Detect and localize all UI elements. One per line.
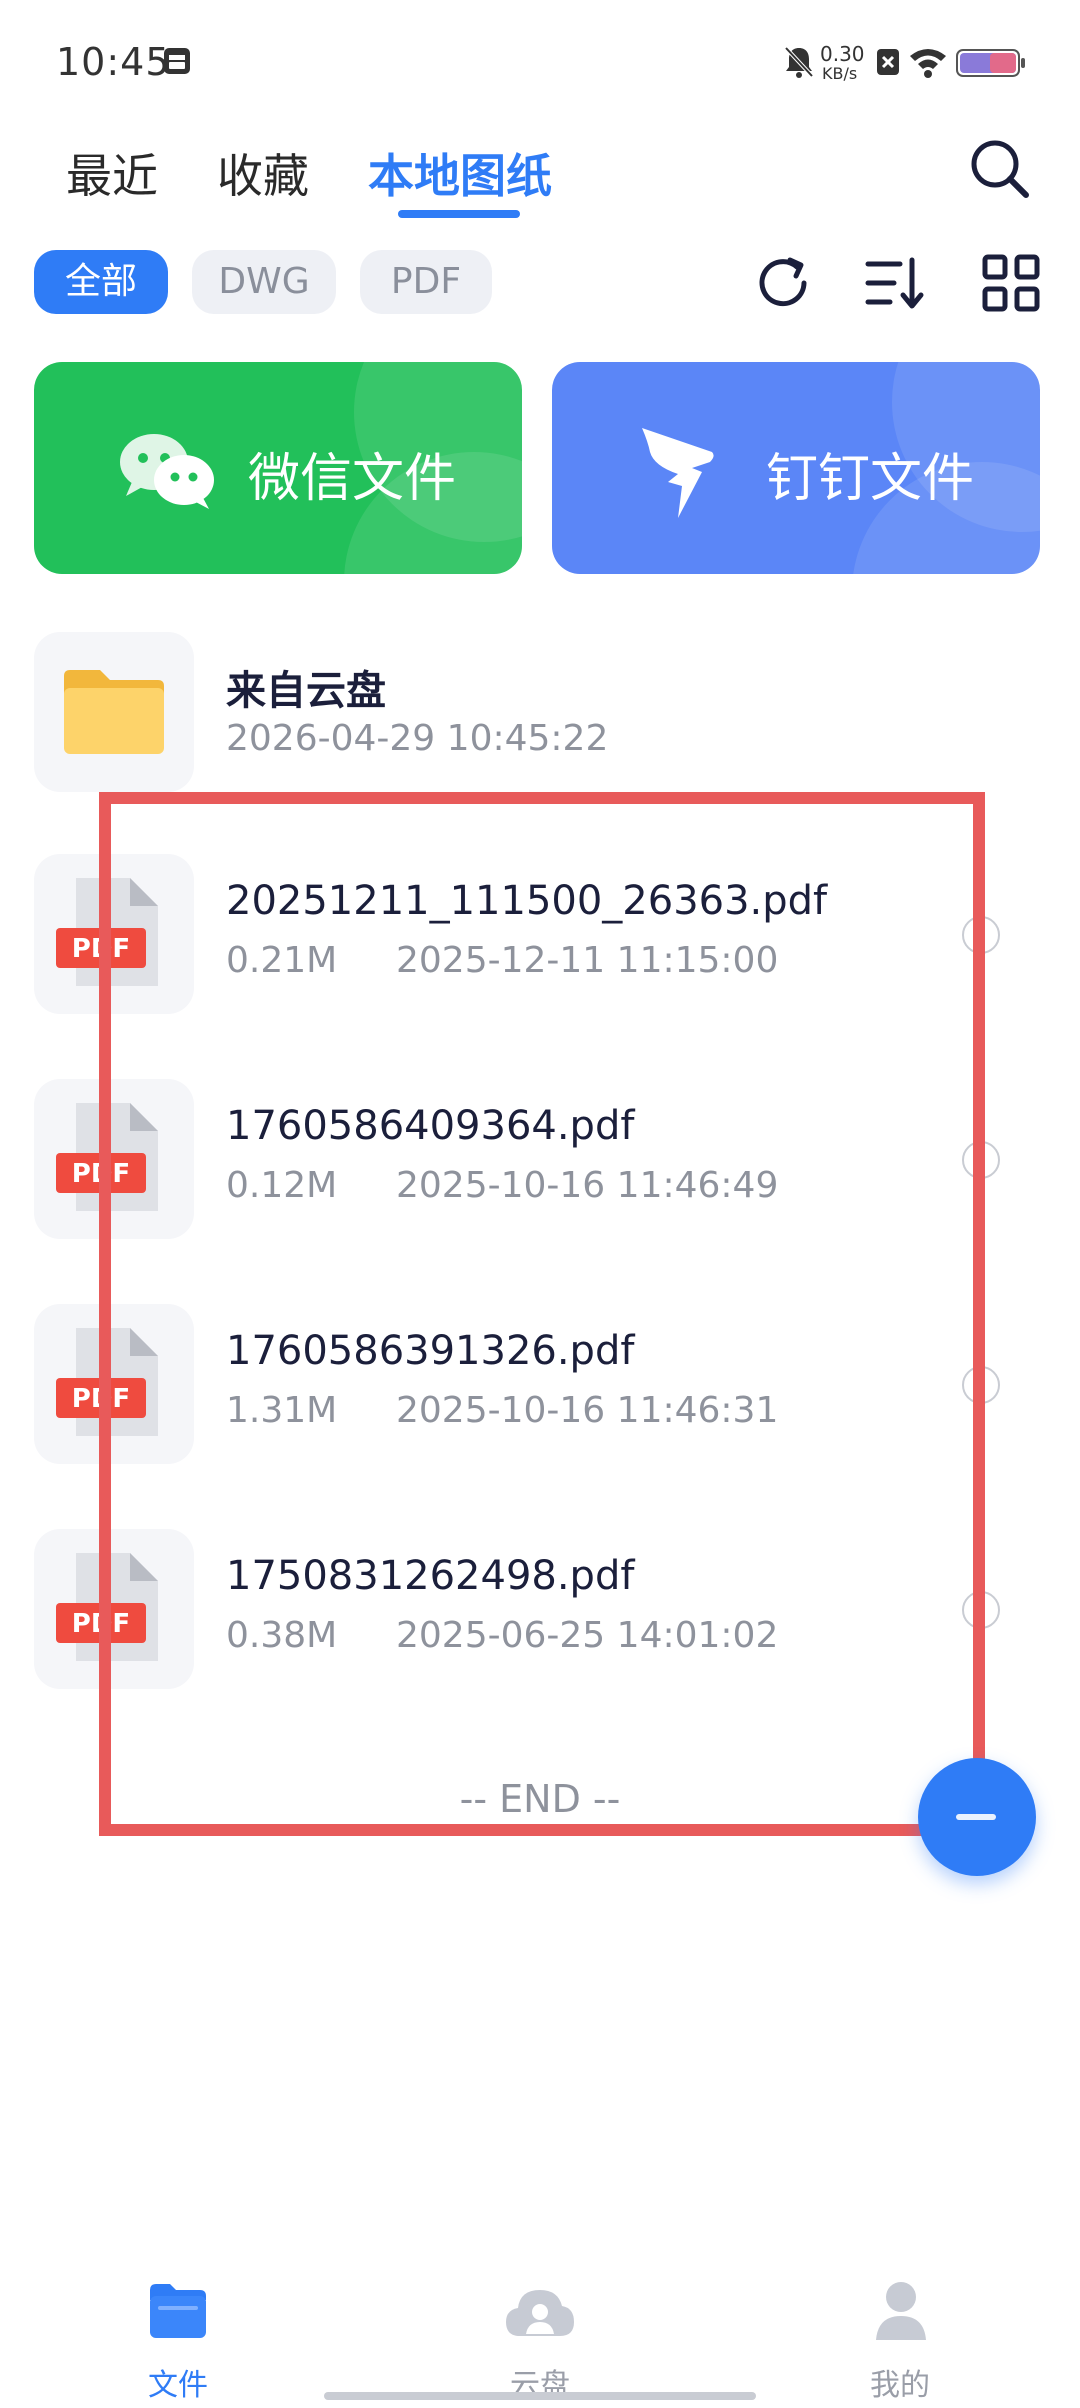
dingtalk-icon — [642, 428, 714, 518]
battery-icon — [956, 49, 1025, 77]
folder-date: 2026-04-29 10:45:22 — [226, 718, 609, 759]
filter-all-chip[interactable]: 全部 — [34, 250, 168, 314]
profile-nav-icon — [876, 2282, 926, 2340]
grid-view-icon[interactable] — [976, 248, 1046, 318]
folder-name: 来自云盘 — [226, 668, 386, 714]
dingtalk-files-label: 钉钉文件 — [766, 449, 975, 509]
highlight-box — [99, 792, 985, 1836]
wechat-icon — [120, 434, 214, 509]
wechat-files-label: 微信文件 — [248, 449, 457, 509]
tab-favorites[interactable]: 收藏 — [217, 140, 309, 206]
mute-bell-icon — [784, 46, 814, 78]
dingtalk-files-card[interactable]: 钉钉文件 — [552, 362, 1040, 574]
search-icon[interactable] — [968, 137, 1030, 199]
folder-thumbnail — [34, 632, 194, 792]
filter-dwg-chip[interactable]: DWG — [192, 250, 336, 314]
net-speed-value: 0.30 — [820, 42, 865, 66]
folder-nav-icon — [150, 2284, 206, 2338]
status-time: 10:45 — [56, 40, 171, 84]
fab-dash-icon — [956, 1814, 996, 1820]
folder-icon — [64, 670, 164, 754]
home-indicator — [324, 2392, 756, 2400]
sort-icon[interactable] — [860, 248, 930, 318]
cloud-nav-icon — [506, 2290, 574, 2336]
tab-local-drawings[interactable]: 本地图纸 — [368, 140, 552, 206]
net-speed-unit: KB/s — [822, 64, 858, 83]
active-tab-indicator — [398, 210, 520, 218]
sim-disabled-icon — [877, 49, 899, 75]
notification-app-icon — [164, 48, 190, 74]
folder-row[interactable]: 来自云盘 2026-04-29 10:45:22 — [0, 628, 1080, 798]
status-bar: 10:45 0.30 KB/s — [0, 0, 1080, 130]
wifi-icon — [910, 49, 946, 78]
refresh-icon[interactable] — [748, 248, 818, 318]
wechat-files-card[interactable]: 微信文件 — [34, 362, 522, 574]
filter-pdf-chip[interactable]: PDF — [360, 250, 492, 314]
nav-files-label: 文件 — [148, 2368, 208, 2403]
nav-me-label: 我的 — [870, 2368, 930, 2403]
floating-action-button[interactable] — [918, 1758, 1036, 1876]
tab-recent[interactable]: 最近 — [66, 140, 158, 206]
